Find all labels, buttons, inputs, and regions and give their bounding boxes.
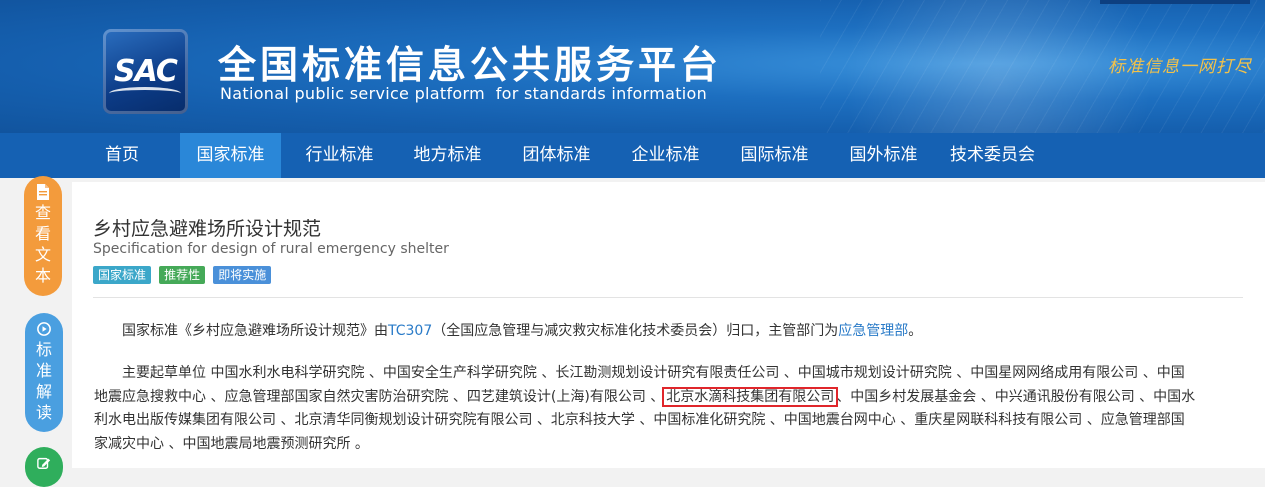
standard-tags: 国家标准 推荐性 即将实施 xyxy=(93,264,274,284)
interpret-char-4: 读 xyxy=(35,403,52,422)
tag-recommended: 推荐性 xyxy=(159,266,206,284)
nav-item-national-standards[interactable]: 国家标准 xyxy=(180,133,281,178)
standard-detail-panel: 乡村应急避难场所设计规范 Specification for design of… xyxy=(72,182,1265,468)
drafters-line-2: 地震应急搜救中心 、应急管理部国家自然灾害防治研究院 、四艺建筑设计(上海)有限… xyxy=(94,388,665,405)
nav-item-group-standards[interactable]: 团体标准 xyxy=(506,133,607,178)
drafters-line-3: 利水电出版传媒集团有限公司 、北京清华同衡规划设计研究院有限公司 、北京科技大学… xyxy=(94,412,1185,428)
view-text-char-3: 文 xyxy=(34,245,51,264)
view-text-char-4: 本 xyxy=(34,266,51,285)
tc-code-link[interactable]: TC307 xyxy=(388,323,432,339)
document-icon xyxy=(37,184,49,200)
drafting-units-paragraph: 主要起草单位 中国水利水电科学研究院 、中国安全生产科学研究院 、长江勘测规划设… xyxy=(94,362,1244,456)
tag-national-standard: 国家标准 xyxy=(93,266,152,284)
standard-intro-paragraph: 国家标准《乡村应急避难场所设计规范》由TC307（全国应急管理与减灾救灾标准化技… xyxy=(94,320,1244,340)
drafters-line-1: 主要起草单位 中国水利水电科学研究院 、中国安全生产科学研究院 、长江勘测规划设… xyxy=(122,365,1185,381)
nav-item-technical-committees[interactable]: 技术委员会 xyxy=(942,133,1043,178)
intro-tc-desc: （全国应急管理与减灾救灾标准化技术委员会）归口，主管部门为 xyxy=(432,323,839,339)
play-circle-icon xyxy=(37,322,51,336)
nav-item-local-standards[interactable]: 地方标准 xyxy=(397,133,498,178)
interpret-char-2: 准 xyxy=(35,361,52,380)
edit-button[interactable] xyxy=(25,447,63,487)
header-slogan: 标准信息一网打尽 xyxy=(1108,57,1252,77)
view-text-char-2: 看 xyxy=(34,224,51,243)
standard-title-en: Specification for design of rural emerge… xyxy=(93,241,449,257)
nav-item-foreign-standards[interactable]: 国外标准 xyxy=(833,133,934,178)
tag-upcoming-implementation: 即将实施 xyxy=(213,266,272,284)
drafters-line-4: 家减灾中心 、中国地震局地震预测研究所 。 xyxy=(94,435,369,452)
standard-title: 乡村应急避难场所设计规范 xyxy=(93,218,322,240)
interpret-char-1: 标 xyxy=(35,340,52,359)
section-divider xyxy=(93,297,1243,298)
site-subtitle: National public service platform for sta… xyxy=(220,84,708,103)
drafters-line-2-tail: 、中国乡村发展基金会 、中兴通讯股份有限公司 、中国水 xyxy=(836,388,1196,405)
edit-icon xyxy=(37,457,51,469)
site-title: 全国标准信息公共服务平台 xyxy=(218,43,723,87)
header-top-strip xyxy=(1100,0,1250,4)
nav-item-home[interactable]: 首页 xyxy=(88,133,156,178)
standard-interpretation-button[interactable]: 标 准 解 读 xyxy=(25,313,63,432)
main-nav: 首页 国家标准 行业标准 地方标准 团体标准 企业标准 国际标准 国外标准 技术… xyxy=(0,133,1265,178)
nav-item-enterprise-standards[interactable]: 企业标准 xyxy=(615,133,716,178)
nav-item-international-standards[interactable]: 国际标准 xyxy=(724,133,825,178)
intro-prefix: 国家标准《乡村应急避难场所设计规范》由 xyxy=(122,323,388,339)
sac-logo[interactable]: SAC xyxy=(103,29,188,114)
highlighted-drafting-unit: 北京水滴科技集团有限公司 xyxy=(662,386,839,407)
site-header: SAC 全国标准信息公共服务平台 National public service… xyxy=(0,0,1265,133)
logo-text: SAC xyxy=(114,54,178,89)
department-link[interactable]: 应急管理部 xyxy=(838,323,908,339)
intro-suffix: 。 xyxy=(908,323,923,339)
interpret-char-3: 解 xyxy=(35,382,52,401)
logo-swoosh xyxy=(109,87,181,100)
nav-item-industry-standards[interactable]: 行业标准 xyxy=(289,133,390,178)
view-text-char-1: 查 xyxy=(34,203,51,222)
view-text-button[interactable]: 查 看 文 本 xyxy=(24,176,62,296)
